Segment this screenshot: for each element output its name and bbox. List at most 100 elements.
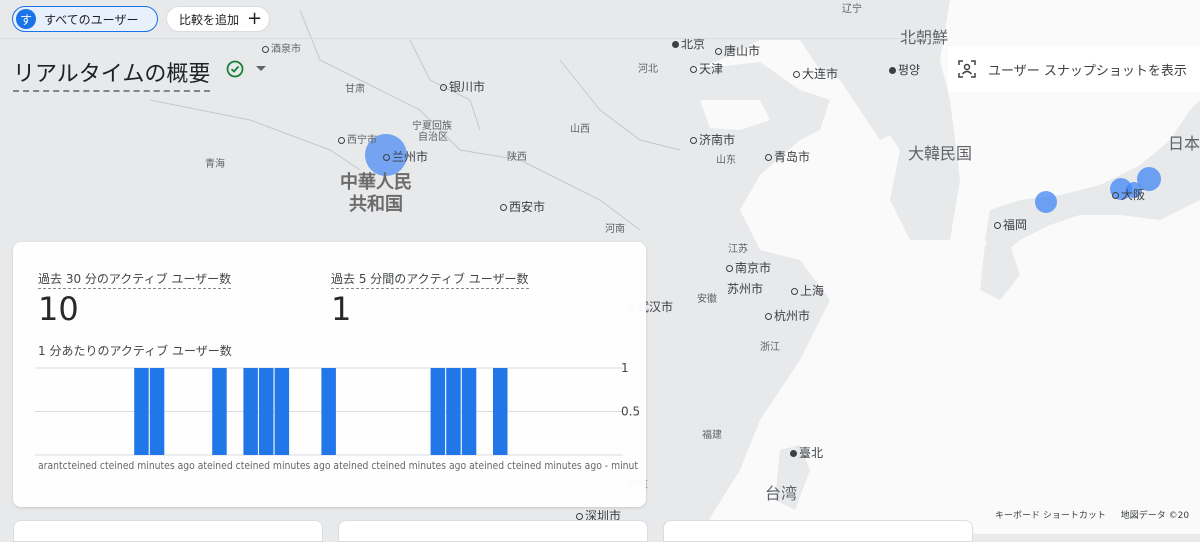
city-dot-icon [994,222,1001,229]
all-users-label: すべてのユーザー [44,12,139,27]
map-label-text: 苏州市 [727,282,764,296]
map-label-text: 天津 [699,62,724,76]
bar[interactable] [134,368,149,455]
map-label: 自治区 [418,128,448,143]
map-label: 日本 [1168,130,1200,154]
map-label: 山东 [716,151,736,166]
add-comparison-label: 比較を追加 [179,12,240,27]
map-label: 평양 [889,61,920,78]
bar[interactable] [321,368,336,455]
map-label: 青海 [205,155,225,170]
map-label-text: 辽宁 [842,4,862,15]
bar[interactable] [212,368,227,455]
map-label-text: 大韓民国 [908,144,973,163]
bar[interactable] [274,368,290,455]
city-dot-icon [726,265,733,272]
map-label-text: 평양 [898,63,921,77]
map-label-text: 浙江 [760,342,780,353]
page-title[interactable]: リアルタイムの概要 [13,56,211,92]
bar[interactable] [259,368,274,455]
map-label: 兰州市 [383,148,428,165]
city-dot-icon [500,204,507,211]
map-label-text: 兰州市 [392,150,429,164]
keyboard-shortcuts-link[interactable]: キーボード ショートカット [995,511,1106,521]
map-label-text: 上海 [800,284,825,298]
city-dot-icon [791,288,798,295]
bar[interactable] [243,368,258,455]
city-dot-icon [715,48,722,55]
caret-down-icon[interactable] [256,66,266,72]
map-label-text: 北京 [681,37,706,51]
bar[interactable] [461,368,477,455]
city-dot-icon [793,71,800,78]
bar[interactable] [149,368,165,455]
city-dot-icon [576,513,583,520]
city-dot-icon [889,67,896,74]
city-dot-icon [338,136,345,144]
city-dot-icon [765,313,772,320]
map-label-text: 大阪 [1121,188,1146,202]
map-label: 台湾 [765,480,797,504]
y-tick-label: 1 [621,361,629,375]
map-label-text: 陕西 [507,152,527,163]
last5-label[interactable]: 過去 5 分間のアクティブ ユーザー数 [331,270,529,289]
map-label: 臺北 [790,444,823,461]
x-tick-labels: arantcteined cteined minutes ago ateined… [38,459,639,472]
bar[interactable] [493,368,508,455]
map-label-text: 杭州市 [774,309,811,323]
map-label-text: 西宁市 [347,135,377,146]
map-label: 唐山市 [715,42,760,59]
last30-label[interactable]: 過去 30 分のアクティブ ユーザー数 [38,270,232,289]
map-label: 河北 [638,60,658,75]
map-label: 天津 [690,60,723,77]
map-label: 福岡 [994,216,1027,233]
bar[interactable] [446,368,461,455]
city-dot-icon [440,84,447,91]
map-label-text: 臺北 [799,446,824,460]
map-label-text: 山西 [570,124,590,135]
map-label: 苏州市 [727,280,763,297]
map-label: 安徽 [697,290,717,305]
city-dot-icon [790,450,797,457]
map-label-text: 山东 [716,155,736,166]
city-dot-icon [1112,192,1119,199]
map-label: 辽宁 [842,0,862,15]
all-users-chip[interactable]: す すべてのユーザー [12,6,158,32]
map-label: 酒泉市 [262,40,301,55]
map-label-china-line1: 中華人民 [340,172,412,193]
header-divider [0,38,948,39]
user-snapshot-label: ユーザー スナップショットを表示 [988,63,1187,79]
chart-title: 1 分あたりのアクティブ ユーザー数 [38,344,232,358]
add-comparison-button[interactable]: 比較を追加 + [166,6,270,32]
city-dot-icon [262,45,269,53]
plus-icon: + [247,8,263,29]
user-snapshot-icon [958,60,976,78]
map-label: 青岛市 [765,148,810,165]
map-label: 浙江 [760,338,780,353]
map-label: 陕西 [507,148,527,163]
map-label-china-line2: 共和国 [349,194,403,215]
map-label-text: 唐山市 [724,44,761,58]
map-label-text: 青海 [205,159,225,170]
user-snapshot-button[interactable]: ユーザー スナップショットを表示 [948,46,1200,92]
city-dot-icon [690,137,697,144]
map-label: 河南 [605,220,625,235]
map-label: 西宁市 [338,131,377,146]
segment-avatar: す [16,9,36,29]
map-data-attribution[interactable]: 地図データ ©20 [1121,511,1189,521]
last5-value: 1 [331,290,352,328]
map-label-text: 福建 [702,430,722,441]
map-label-text: 江苏 [728,244,748,255]
map-label-text: 银川市 [449,80,486,94]
map-label-text: 河南 [605,224,625,235]
bar[interactable] [430,368,446,455]
bottom-card-3 [663,520,973,542]
map-label: 南京市 [726,259,771,276]
map-label: 杭州市 [765,307,810,324]
map-label-text: 大连市 [802,67,839,81]
realtime-card: 過去 30 分のアクティブ ユーザー数 10 過去 5 分間のアクティブ ユーザ… [13,242,646,507]
city-dot-icon [690,66,697,73]
map-label-text: 济南市 [699,133,736,147]
per-minute-bar-chart[interactable]: 0.5 1 arantcteined cteined minutes ago ate… [13,360,646,480]
map-label-text: 河北 [638,64,658,75]
